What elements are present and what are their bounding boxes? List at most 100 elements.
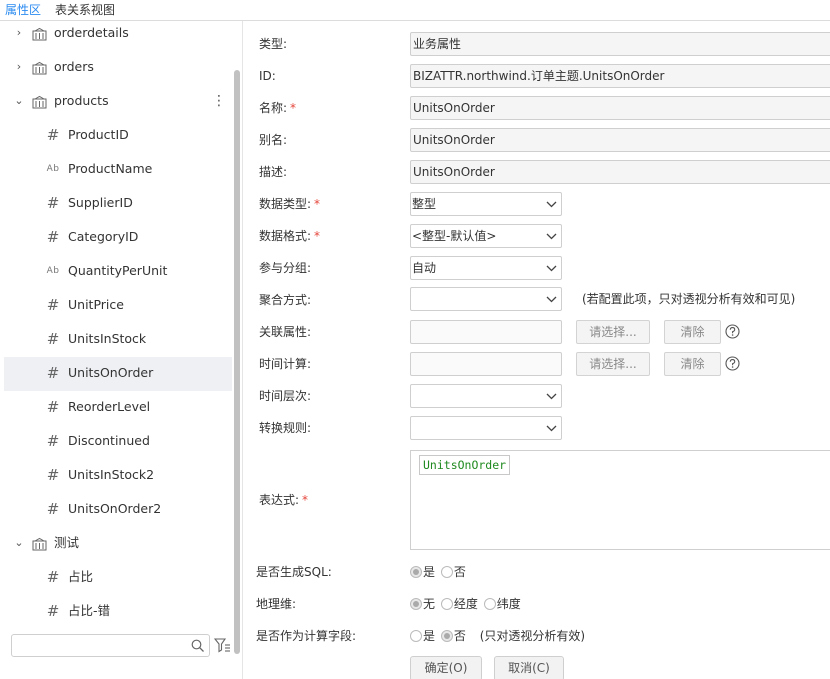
tree-node-label: ProductID [68,127,129,142]
tree-node-field[interactable]: # UnitsInStock2 [4,459,232,493]
tree-node-label: CategoryID [68,229,139,244]
tree-node-label: UnitsInStock2 [68,467,155,482]
search-icon[interactable] [191,639,205,653]
tree-node-field[interactable]: # SupplierID [4,187,232,221]
tree-node-field[interactable]: # UnitPrice [4,289,232,323]
tree-node-label: 测试 [54,535,80,550]
tree-node-table[interactable]: ⌄ 测试 [4,527,232,561]
data-type-value: 整型 [412,197,437,211]
tree-node-table[interactable]: › orderdetails [4,21,232,51]
radio-button[interactable] [410,597,422,610]
radio-button[interactable] [410,629,422,642]
related-attr-choose-button[interactable]: 请选择... [576,320,650,344]
description-field[interactable]: UnitsOnOrder [410,160,830,184]
aggregation-note: (若配置此项，只对透视分析有效和可见) [582,292,796,306]
tree-node-field[interactable]: # ReorderLevel [4,391,232,425]
property-form: 类型: 业务属性 ID: BIZATTR.northwind.订单主题.Unit… [244,21,830,679]
time-level-label: 时间层次: [259,389,312,403]
tree-scrollbar[interactable] [234,70,240,654]
tree-node-field[interactable]: # CategoryID [4,221,232,255]
tree-node-label: QuantityPerUnit [68,263,168,278]
cancel-button[interactable]: 取消(C) [494,656,564,679]
expression-editor[interactable]: UnitsOnOrder [410,450,830,550]
number-field-icon: # [46,296,60,314]
time-calc-field[interactable] [410,352,562,376]
option-label: 经度 [453,597,478,611]
tree-node-label: ReorderLevel [68,399,151,414]
time-calc-choose-button[interactable]: 请选择... [576,352,650,376]
tree-node-table[interactable]: › orders [4,51,232,85]
name-label: 名称: * [259,100,296,116]
tab-properties[interactable]: 属性区 [5,2,41,18]
time-calc-label: 时间计算: [259,357,312,371]
gen-sql-option-yes[interactable]: 是 [410,564,435,580]
tree-node-field[interactable]: # UnitsOnOrder2 [4,493,232,527]
radio-button[interactable] [483,597,496,610]
gen-sql-option-no[interactable]: 否 [440,564,466,580]
grouping-label: 参与分组: [259,261,312,275]
aggregation-select[interactable] [410,287,562,311]
more-options-icon[interactable]: ⋮ [212,92,226,110]
name-label-text: 名称: [259,101,288,115]
expression-label-text: 表达式: [259,493,300,507]
chevron-down-icon[interactable]: ⌄ [14,95,24,107]
number-field-icon: # [46,126,60,144]
radio-button[interactable] [410,565,422,578]
calc-field-option-yes[interactable]: 是 [410,628,435,644]
tree-node-field[interactable]: Ab ProductName [4,153,232,187]
tree-node-label: 占比-错 [68,603,111,618]
help-icon[interactable] [725,324,740,339]
tree-node-label: Discontinued [68,433,150,448]
number-field-icon: # [46,432,60,450]
tree-node-field[interactable]: # 占比 [4,561,232,595]
tree-node-field[interactable]: # UnitsInStock [4,323,232,357]
tree-node-field[interactable]: # 占比-错 [4,595,232,629]
tab-table-relations[interactable]: 表关系视图 [55,2,115,18]
chevron-right-icon[interactable]: › [14,27,24,39]
chevron-down-icon[interactable]: ⌄ [14,537,24,549]
number-field-icon: # [46,364,60,382]
tree-node-table[interactable]: ⌄ products ⋮ [4,85,232,119]
chevron-right-icon[interactable]: › [14,61,24,73]
gen-sql-radio-group: 是 否 [410,564,468,582]
tree-node-label: products [54,93,109,108]
convert-rule-select[interactable] [410,416,562,440]
data-type-select[interactable]: 整型 [410,192,562,216]
tree-node-field[interactable]: # UnitsOnOrder [4,357,232,391]
radio-button[interactable] [440,629,453,642]
tree-node-field[interactable]: # ProductID [4,119,232,153]
related-attr-clear-button[interactable]: 清除 [664,320,721,344]
type-label: 类型: [259,37,288,51]
calc-field-option-no[interactable]: 否 [440,628,466,644]
type-field: 业务属性 [410,32,830,56]
help-icon[interactable] [725,356,740,371]
number-field-icon: # [46,466,60,484]
calc-field-hint: (只对透视分析有效) [479,629,586,643]
option-label: 无 [423,597,436,611]
tree-node-field[interactable]: Ab QuantityPerUnit [4,255,232,289]
geo-dim-option-longitude[interactable]: 经度 [440,596,478,612]
expression-token[interactable]: UnitsOnOrder [419,455,511,475]
tab-bar: 属性区 表关系视图 [0,0,830,21]
geo-dim-option-none[interactable]: 无 [410,596,435,612]
radio-button[interactable] [440,597,453,610]
time-level-select[interactable] [410,384,562,408]
data-format-select[interactable]: <整型-默认值> [410,224,562,248]
text-field-icon: Ab [46,164,60,174]
alias-field[interactable]: UnitsOnOrder [410,128,830,152]
ok-button[interactable]: 确定(O) [410,656,482,679]
filter-icon[interactable] [214,637,231,654]
time-calc-clear-button[interactable]: 清除 [664,352,721,376]
related-attr-field[interactable] [410,320,562,344]
tree-search-input[interactable] [16,637,186,654]
number-field-icon: # [46,228,60,246]
table-icon [32,61,47,75]
name-field[interactable]: UnitsOnOrder [410,96,830,120]
data-type-label: 数据类型: * [259,196,320,212]
number-field-icon: # [46,330,60,348]
grouping-select[interactable]: 自动 [410,256,562,280]
radio-button[interactable] [440,565,453,578]
tree-node-field[interactable]: # Discontinued [4,425,232,459]
alias-label: 别名: [259,133,288,147]
geo-dim-option-latitude[interactable]: 纬度 [483,596,521,612]
